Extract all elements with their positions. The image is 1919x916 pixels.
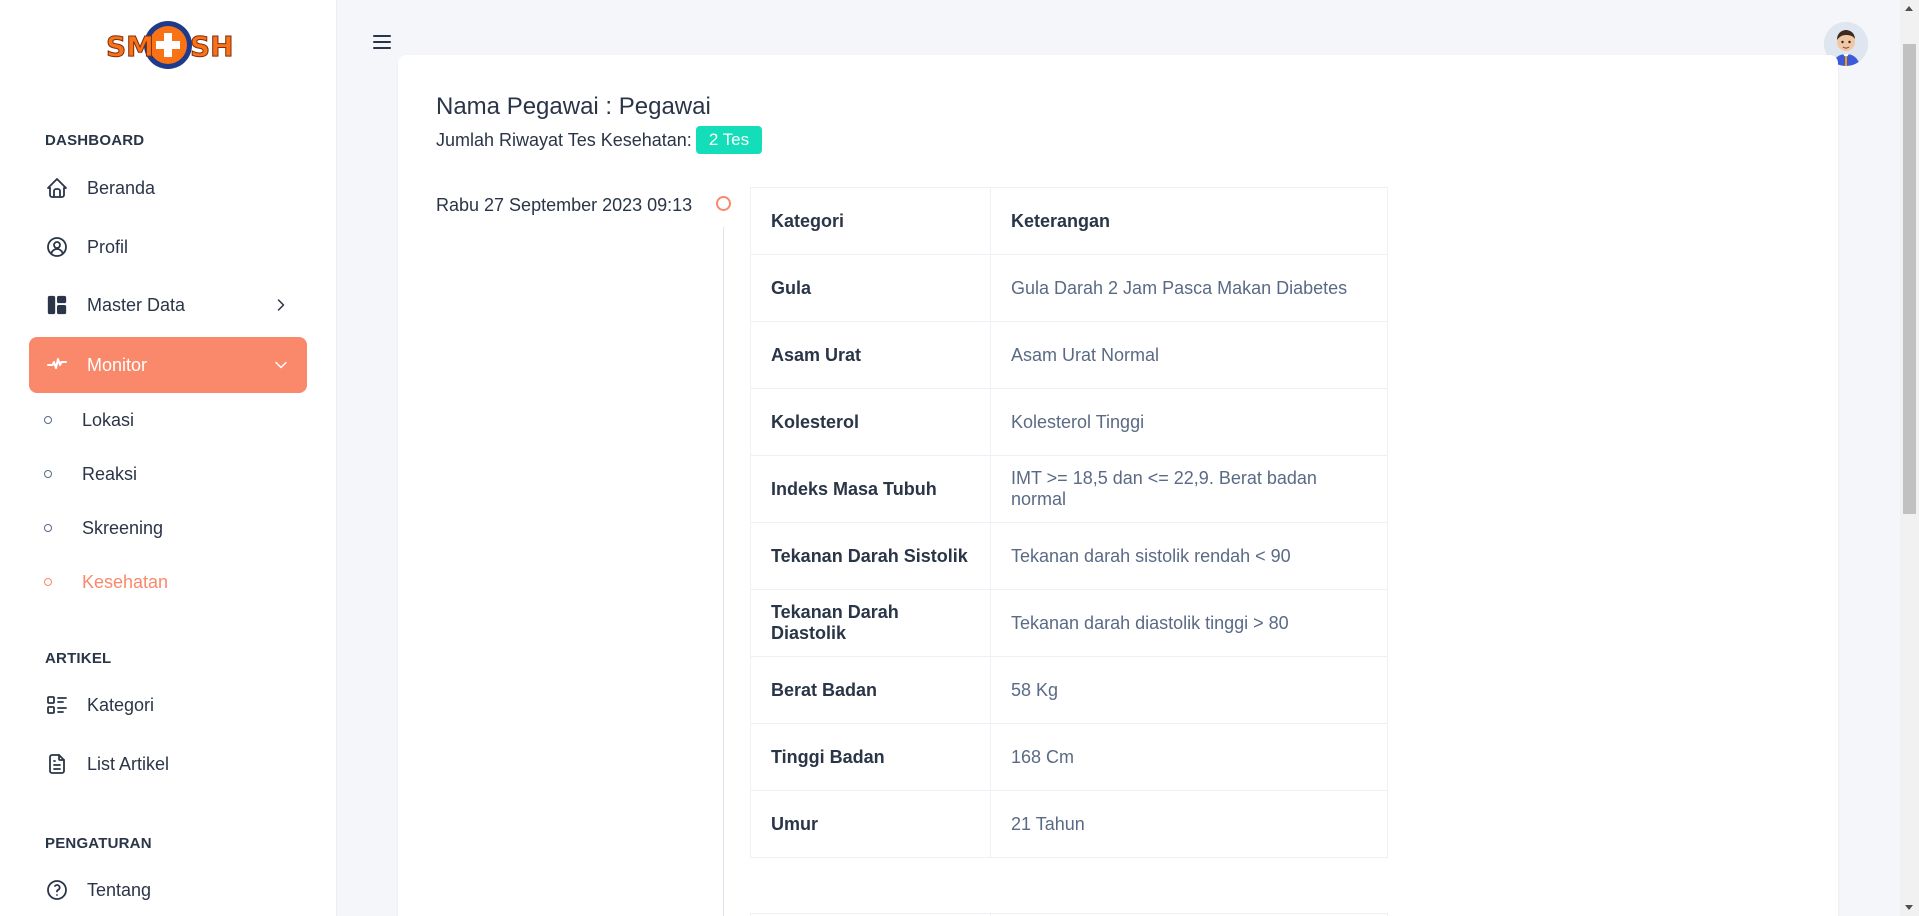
circle-icon bbox=[44, 470, 52, 478]
sidebar-subitem-label: Lokasi bbox=[82, 409, 135, 430]
page-title: Nama Pegawai : Pegawai bbox=[436, 93, 711, 120]
sidebar-item-label: List Artikel bbox=[87, 753, 170, 774]
health-results-table: Kategori Keterangan Gula Gula Darah 2 Ja… bbox=[750, 187, 1388, 858]
menu-toggle-icon[interactable] bbox=[370, 30, 394, 54]
row-description: 58 Kg bbox=[990, 656, 1388, 724]
row-description: Kolesterol Tinggi bbox=[990, 388, 1388, 456]
table-row: Tekanan Darah Sistolik Tekanan darah sis… bbox=[750, 522, 1388, 590]
sidebar-item-monitor[interactable]: Monitor bbox=[29, 337, 307, 393]
table-row: Umur 21 Tahun bbox=[750, 790, 1388, 858]
row-description: Gula Darah 2 Jam Pasca Makan Diabetes bbox=[990, 254, 1388, 322]
svg-text:SH: SH bbox=[190, 30, 232, 63]
user-circle-icon bbox=[45, 235, 69, 259]
circle-icon bbox=[44, 524, 52, 532]
table-row: Gula Gula Darah 2 Jam Pasca Makan Diabet… bbox=[750, 254, 1388, 322]
sidebar-subitem-skreening[interactable]: Skreening bbox=[44, 508, 163, 548]
sidebar-item-master-data[interactable]: Master Data bbox=[29, 277, 307, 333]
table-row: Tekanan Darah Diastolik Tekanan darah di… bbox=[750, 589, 1388, 657]
row-category: Tekanan Darah Diastolik bbox=[750, 589, 991, 657]
list-details-icon bbox=[45, 693, 69, 717]
section-pengaturan: PENGATURAN bbox=[45, 835, 152, 852]
sidebar-item-label: Tentang bbox=[87, 879, 152, 900]
help-circle-icon bbox=[45, 878, 69, 902]
row-description: 168 Cm bbox=[990, 723, 1388, 791]
sidebar-item-label: Monitor bbox=[87, 354, 148, 375]
sidebar-item-list-artikel[interactable]: List Artikel bbox=[29, 736, 307, 792]
activity-heartbeat-icon bbox=[45, 353, 69, 377]
test-count-label: Jumlah Riwayat Tes Kesehatan: bbox=[436, 129, 692, 150]
row-description: 21 Tahun bbox=[990, 790, 1388, 858]
row-description: Tekanan darah diastolik tinggi > 80 bbox=[990, 589, 1388, 657]
smash-logo[interactable]: SM SH bbox=[104, 18, 234, 72]
sidebar-subitem-label: Kesehatan bbox=[82, 571, 169, 592]
table-row: Berat Badan 58 Kg bbox=[750, 656, 1388, 724]
table-row: Kolesterol Kolesterol Tinggi bbox=[750, 388, 1388, 456]
home-icon bbox=[45, 176, 69, 200]
layout-dashboard-icon bbox=[45, 293, 69, 317]
row-category: Tinggi Badan bbox=[750, 723, 991, 791]
row-category: Tekanan Darah Sistolik bbox=[750, 522, 991, 590]
section-dashboard: DASHBOARD bbox=[45, 132, 145, 149]
sidebar-subitem-label: Skreening bbox=[82, 517, 164, 538]
sidebar-item-profil[interactable]: Profil bbox=[29, 219, 307, 275]
svg-text:SM: SM bbox=[106, 30, 154, 63]
scroll-down-arrow-icon[interactable] bbox=[1905, 905, 1913, 910]
timeline-line bbox=[723, 227, 724, 916]
table-header-row: Kategori Keterangan bbox=[750, 187, 1388, 255]
sidebar-item-beranda[interactable]: Beranda bbox=[29, 160, 307, 216]
sidebar-item-tentang[interactable]: Tentang bbox=[29, 862, 307, 916]
test-count-row: Jumlah Riwayat Tes Kesehatan: 2 Tes bbox=[436, 126, 763, 154]
scrollbar-thumb[interactable] bbox=[1903, 44, 1916, 514]
timeline-date: Rabu 27 September 2023 09:13 bbox=[436, 195, 693, 215]
sidebar-item-label: Master Data bbox=[87, 294, 186, 315]
sidebar-subitem-kesehatan[interactable]: Kesehatan bbox=[44, 562, 168, 602]
page-scrollbar[interactable] bbox=[1900, 0, 1919, 916]
main-card: Nama Pegawai : Pegawai Jumlah Riwayat Te… bbox=[398, 55, 1838, 916]
row-category: Gula bbox=[750, 254, 991, 322]
table-row: Indeks Masa Tubuh IMT >= 18,5 dan <= 22,… bbox=[750, 455, 1388, 523]
chevron-right-icon bbox=[271, 295, 291, 315]
sidebar-item-kategori[interactable]: Kategori bbox=[29, 677, 307, 733]
row-description: IMT >= 18,5 dan <= 22,9. Berat badan nor… bbox=[990, 455, 1388, 523]
row-category: Umur bbox=[750, 790, 991, 858]
sidebar-item-label: Kategori bbox=[87, 694, 155, 715]
file-text-icon bbox=[45, 752, 69, 776]
section-artikel: ARTIKEL bbox=[45, 650, 112, 667]
sidebar: SM SH DASHBOARD Beranda Profil Master Da… bbox=[0, 0, 337, 916]
table-row: Tinggi Badan 168 Cm bbox=[750, 723, 1388, 791]
sidebar-subitem-reaksi[interactable]: Reaksi bbox=[44, 454, 137, 494]
row-description: Asam Urat Normal bbox=[990, 321, 1388, 389]
row-description: Tekanan darah sistolik rendah < 90 bbox=[990, 522, 1388, 590]
scroll-up-arrow-icon[interactable] bbox=[1905, 6, 1913, 11]
sidebar-subitem-lokasi[interactable]: Lokasi bbox=[44, 400, 134, 440]
sidebar-item-label: Profil bbox=[87, 236, 129, 257]
test-count-badge: 2 Tes bbox=[695, 126, 763, 154]
row-category: Kolesterol bbox=[750, 388, 991, 456]
row-category: Asam Urat bbox=[750, 321, 991, 389]
chevron-down-icon bbox=[271, 355, 291, 375]
circle-icon bbox=[44, 416, 52, 424]
circle-icon bbox=[44, 578, 52, 586]
sidebar-subitem-label: Reaksi bbox=[82, 463, 138, 484]
sidebar-item-label: Beranda bbox=[87, 177, 156, 198]
column-header-kategori: Kategori bbox=[750, 187, 991, 255]
table-row: Asam Urat Asam Urat Normal bbox=[750, 321, 1388, 389]
row-category: Indeks Masa Tubuh bbox=[750, 455, 991, 523]
timeline-dot-icon bbox=[716, 196, 731, 211]
row-category: Berat Badan bbox=[750, 656, 991, 724]
column-header-keterangan: Keterangan bbox=[990, 187, 1388, 255]
